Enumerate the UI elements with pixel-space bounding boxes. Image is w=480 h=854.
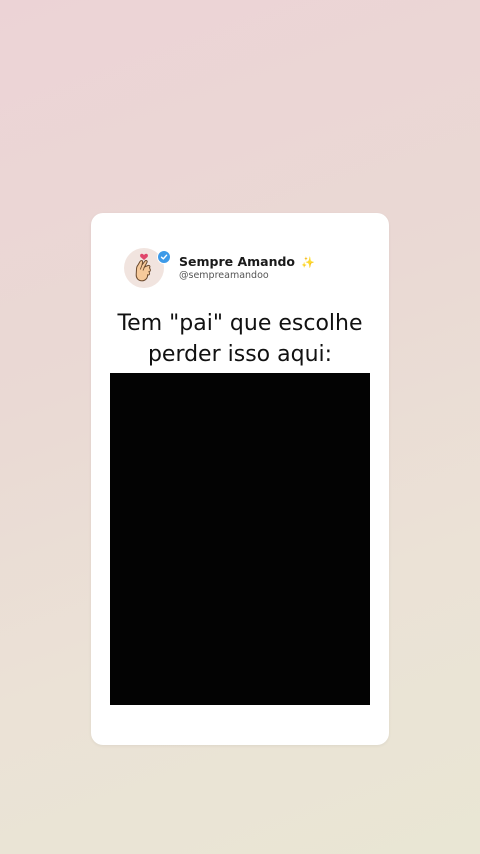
author-name-row[interactable]: Sempre Amando ✨ [179, 254, 315, 270]
avatar[interactable] [124, 248, 171, 288]
sparkles-icon: ✨ [301, 256, 316, 269]
caption-line-2: perder isso aqui: [147, 342, 333, 367]
author-handle[interactable]: @sempreamandoo [179, 270, 315, 282]
author-info: Sempre Amando ✨ @sempreamandoo [179, 254, 315, 282]
video-player[interactable] [110, 373, 370, 705]
post-caption: Tem "pai" que escolhe perder isso aqui: [91, 308, 389, 370]
caption-line-1: Tem "pai" que escolhe [117, 311, 363, 336]
verified-badge-icon [157, 250, 171, 264]
post-header: Sempre Amando ✨ @sempreamandoo [124, 248, 315, 288]
author-name: Sempre Amando [179, 254, 296, 269]
post-card: Sempre Amando ✨ @sempreamandoo Tem "pai"… [91, 213, 389, 745]
